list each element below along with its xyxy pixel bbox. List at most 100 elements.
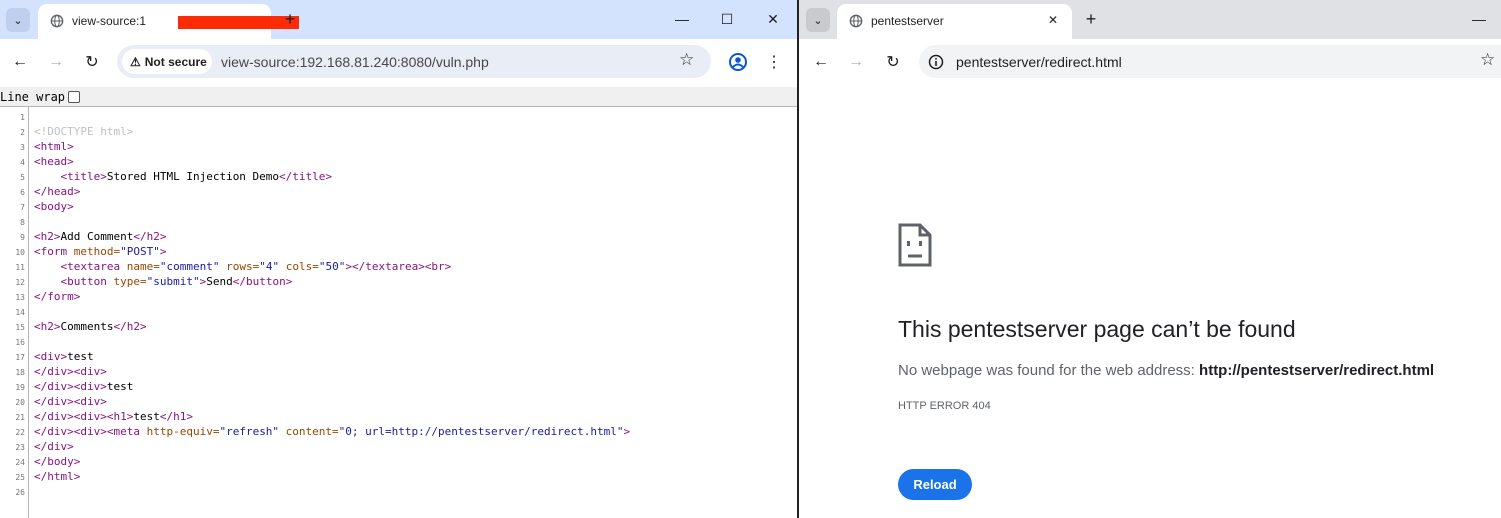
reload-page-button[interactable]: Reload — [898, 469, 972, 500]
maximize-button[interactable]: ☐ — [713, 6, 741, 32]
globe-icon — [50, 14, 64, 28]
tab-close-button[interactable]: ✕ — [1044, 11, 1062, 29]
source-line: <div>test — [34, 350, 94, 363]
bookmark-star-icon[interactable]: ☆ — [1480, 50, 1495, 70]
source-line: <textarea name="comment" rows="4" cols="… — [60, 260, 452, 273]
minimize-button[interactable]: — — [1465, 6, 1493, 32]
source-line: <head> — [34, 155, 74, 168]
source-line: <form method="POST"> — [34, 245, 167, 258]
tab-strip: ⌄ view-source:1 + — ☐ ✕ — [0, 0, 797, 39]
source-code: 1 2 <!DOCTYPE html> 3 <html> 4 <head> 5 <title>… — [0, 107, 797, 518]
toolbar: ← → ↻ ⚠ Not secure view-source:192.168.8… — [0, 39, 797, 85]
reload-icon: ↻ — [85, 54, 99, 71]
tab-title: view-source:1 — [72, 14, 147, 28]
right-browser-window: ⌄ pentestserver ✕ + — ← → ↻ pentestserve… — [799, 0, 1501, 518]
error-description: No webpage was found for the web address… — [898, 362, 1434, 379]
minimize-button[interactable]: — — [668, 6, 696, 32]
reload-icon: ↻ — [886, 54, 900, 71]
globe-icon — [849, 14, 863, 28]
line-number: 3 — [20, 143, 25, 152]
reload-button[interactable]: ↻ — [882, 51, 904, 73]
line-number: 26 — [15, 488, 25, 497]
source-line: </body> — [34, 455, 81, 468]
error-code: HTTP ERROR 404 — [898, 400, 991, 412]
line-number: 5 — [20, 173, 25, 182]
line-number: 8 — [20, 218, 25, 227]
line-number: 16 — [15, 338, 25, 347]
info-icon[interactable] — [928, 54, 944, 70]
source-line: </html> — [34, 470, 81, 483]
address-url: pentestserver/redirect.html — [956, 54, 1122, 70]
line-number: 6 — [20, 188, 25, 197]
source-line: </div><div><h1>test</h1> — [34, 410, 193, 423]
source-line: </div> — [34, 440, 74, 453]
source-line: </head> — [34, 185, 81, 198]
line-wrap-bar: Line wrap — [0, 87, 797, 107]
tab-pentestserver[interactable]: pentestserver ✕ — [837, 4, 1072, 39]
arrow-right-icon: → — [848, 53, 864, 70]
source-line: </form> — [34, 290, 81, 303]
tab-search-button[interactable]: ⌄ — [806, 8, 830, 32]
menu-kebab-icon[interactable]: ⋮ — [763, 51, 785, 73]
forward-button[interactable]: → — [45, 51, 67, 73]
line-number: 10 — [15, 248, 25, 257]
line-number: 12 — [15, 278, 25, 287]
line-number: 2 — [20, 128, 25, 137]
security-chip-label: Not secure — [144, 54, 207, 69]
source-line: </div><div><meta http-equiv="refresh" co… — [34, 425, 631, 438]
source-line: <button type="submit">Send</button> — [60, 275, 293, 288]
address-bar[interactable]: pentestserver/redirect.html ☆ — [919, 45, 1501, 78]
toolbar: ← → ↻ pentestserver/redirect.html ☆ — [799, 39, 1501, 85]
line-number: 14 — [15, 308, 25, 317]
source-line: </div><div> — [34, 365, 107, 378]
close-window-button[interactable]: ✕ — [759, 6, 787, 32]
sad-page-icon — [898, 223, 932, 267]
chevron-down-icon: ⌄ — [13, 14, 23, 27]
error-description-text: No webpage was found for the web address… — [898, 362, 1200, 379]
line-number: 20 — [15, 398, 25, 407]
error-url: http://pentestserver/redirect.html — [1199, 362, 1435, 379]
reload-button[interactable]: ↻ — [81, 51, 103, 73]
back-button[interactable]: ← — [9, 51, 31, 73]
error-title: This pentestserver page can’t be found — [898, 316, 1296, 342]
line-number: 25 — [15, 473, 25, 482]
line-number: 24 — [15, 458, 25, 467]
line-number: 15 — [15, 323, 25, 332]
line-number: 21 — [15, 413, 25, 422]
line-number: 13 — [15, 293, 25, 302]
line-number: 17 — [15, 353, 25, 362]
chevron-down-icon: ⌄ — [813, 14, 823, 27]
new-tab-button[interactable]: + — [1080, 9, 1102, 30]
profile-icon[interactable] — [728, 52, 748, 72]
line-wrap-label: Line wrap — [0, 89, 66, 104]
source-line: </div><div> — [34, 395, 107, 408]
back-button[interactable]: ← — [810, 51, 832, 73]
address-url: view-source:192.168.81.240:8080/vuln.php — [221, 54, 489, 70]
source-line: <h2>Comments</h2> — [34, 320, 147, 333]
new-tab-button[interactable]: + — [279, 9, 301, 30]
security-chip[interactable]: ⚠ Not secure — [122, 49, 212, 74]
source-line: <body> — [34, 200, 74, 213]
arrow-left-icon: ← — [12, 53, 28, 70]
source-line: <html> — [34, 140, 74, 153]
tab-strip: ⌄ pentestserver ✕ + — — [799, 0, 1501, 39]
line-number: 18 — [15, 368, 25, 377]
line-number: 7 — [20, 203, 25, 212]
tab-view-source[interactable]: view-source:1 — [38, 4, 299, 39]
source-line: <!DOCTYPE html> — [34, 125, 134, 138]
line-number: 23 — [15, 443, 25, 452]
line-number: 22 — [15, 428, 25, 437]
line-number: 9 — [20, 233, 25, 242]
line-number: 1 — [20, 113, 25, 122]
address-bar[interactable]: ⚠ Not secure view-source:192.168.81.240:… — [117, 45, 711, 78]
source-line: <title>Stored HTML Injection Demo</title… — [60, 170, 333, 183]
tab-search-button[interactable]: ⌄ — [6, 8, 30, 32]
bookmark-star-icon[interactable]: ☆ — [679, 50, 694, 70]
forward-button[interactable]: → — [845, 51, 867, 73]
source-line: <h2>Add Comment</h2> — [34, 230, 167, 243]
line-number: 4 — [20, 158, 25, 167]
tab-title: pentestserver — [871, 14, 944, 28]
line-number: 11 — [15, 263, 25, 272]
line-wrap-checkbox[interactable] — [68, 90, 81, 103]
left-browser-window: ⌄ view-source:1 + — ☐ ✕ ← → ↻ ⚠ Not secu… — [0, 0, 797, 518]
